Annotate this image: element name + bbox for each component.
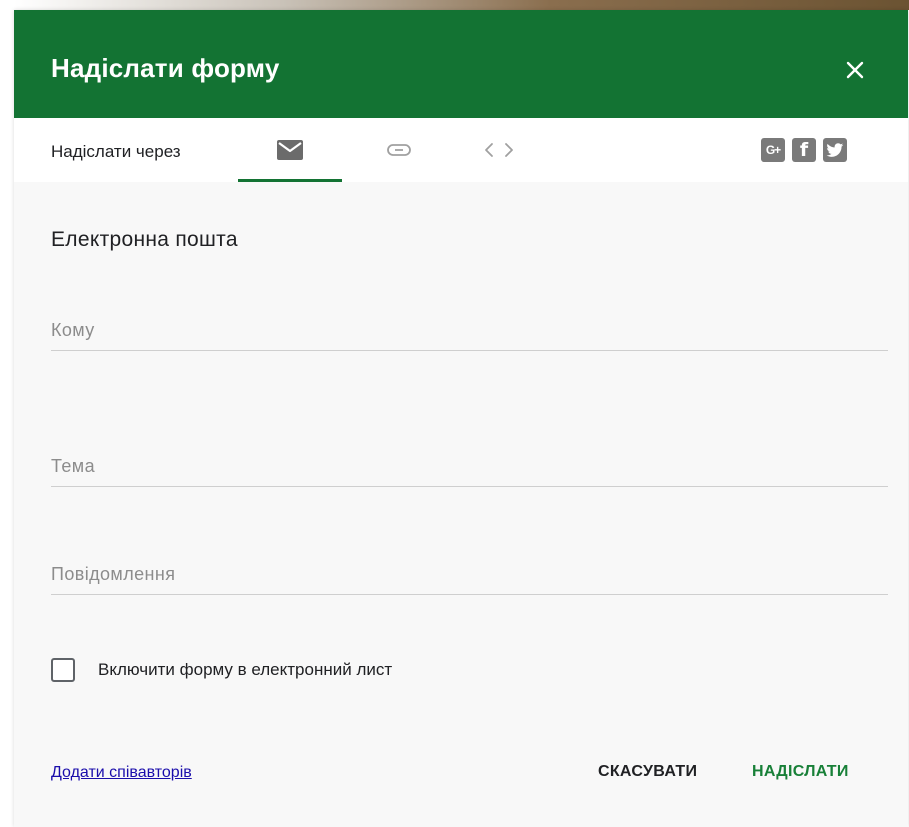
- include-form-label[interactable]: Включити форму в електронний лист: [98, 660, 392, 680]
- tab-embed[interactable]: [454, 118, 544, 182]
- close-button[interactable]: [837, 52, 873, 88]
- send-via-label: Надіслати через: [51, 142, 181, 161]
- google-plus-button[interactable]: G+: [761, 138, 785, 162]
- cancel-button[interactable]: СКАСУВАТИ: [598, 763, 697, 781]
- email-section-title: Електронна пошта: [51, 228, 238, 251]
- facebook-button[interactable]: f: [792, 138, 816, 162]
- twitter-button[interactable]: [823, 138, 847, 162]
- send-form-dialog: Надіслати форму Надіслати через G+ f Еле…: [14, 10, 908, 827]
- to-field: [51, 310, 888, 351]
- tab-email[interactable]: [238, 118, 342, 182]
- subject-input[interactable]: [51, 446, 888, 486]
- embed-code-icon: [485, 143, 513, 157]
- facebook-icon: f: [799, 139, 809, 161]
- add-collaborators-link[interactable]: Додати співавторів: [51, 764, 192, 782]
- to-input[interactable]: [51, 310, 888, 350]
- message-field: [51, 554, 888, 595]
- include-form-checkbox[interactable]: [51, 658, 75, 682]
- background-strip: [14, 0, 909, 10]
- send-method-tabbar: Надіслати через G+ f: [14, 118, 908, 182]
- envelope-icon: [277, 140, 303, 160]
- link-icon: [387, 144, 411, 156]
- active-tab-indicator: [238, 179, 342, 182]
- google-plus-icon: G+: [765, 143, 781, 157]
- dialog-title: Надіслати форму: [51, 53, 280, 83]
- tab-link[interactable]: [354, 118, 444, 182]
- message-input[interactable]: [51, 554, 888, 594]
- twitter-icon: [826, 142, 844, 157]
- send-button[interactable]: НАДІСЛАТИ: [752, 763, 849, 781]
- subject-field: [51, 446, 888, 487]
- dialog-header: Надіслати форму: [14, 10, 908, 118]
- close-icon: [846, 61, 864, 79]
